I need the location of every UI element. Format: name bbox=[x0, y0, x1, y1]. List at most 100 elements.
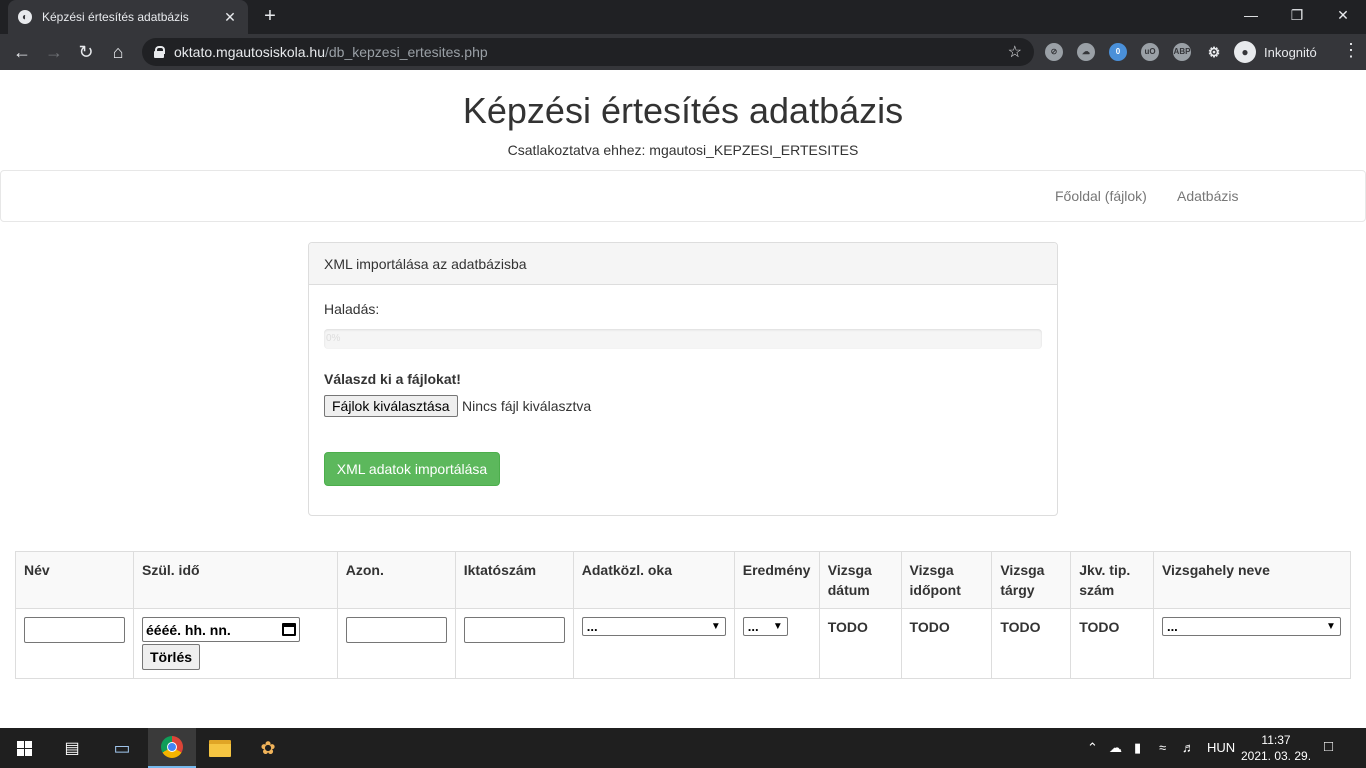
globe-icon: ◐ bbox=[18, 10, 32, 24]
result-select[interactable]: ... ▼ bbox=[742, 617, 788, 636]
system-clock[interactable]: 11:37 2021. 03. 29. bbox=[1236, 732, 1316, 764]
start-button[interactable] bbox=[0, 728, 48, 768]
url-path: /db_kepzesi_ertesites.php bbox=[324, 44, 488, 60]
clock-date: 2021. 03. 29. bbox=[1240, 749, 1312, 763]
filter-cell-iktato bbox=[454, 608, 574, 679]
clear-date-button[interactable]: Törlés bbox=[142, 644, 201, 670]
file-status: Nincs fájl kiválasztva bbox=[462, 398, 592, 414]
battery-icon[interactable]: ▮ bbox=[1134, 740, 1141, 756]
progress-text: 0% bbox=[326, 333, 341, 344]
id-filter-input[interactable] bbox=[345, 617, 447, 643]
jkv-todo: TODO bbox=[1070, 608, 1154, 679]
wifi-icon[interactable]: ≈ bbox=[1159, 740, 1166, 755]
name-filter-input[interactable] bbox=[24, 617, 125, 643]
clock-time: 11:37 bbox=[1261, 733, 1291, 747]
chevron-up-icon[interactable]: ⌃ bbox=[1087, 740, 1098, 756]
choose-files-button[interactable]: Fájlok kiválasztása bbox=[324, 395, 458, 417]
nav-home-link[interactable]: Főoldal (fájlok) bbox=[1055, 188, 1147, 204]
browser-tab[interactable]: ◐ Képzési értesítés adatbázis ✕ bbox=[8, 0, 248, 34]
restore-icon[interactable]: ❐ bbox=[1274, 0, 1320, 30]
extension-badge-count: 0 bbox=[1115, 47, 1121, 56]
col-header-iktato: Iktatószám bbox=[454, 551, 574, 609]
back-icon[interactable]: ← bbox=[10, 40, 34, 64]
chevron-down-icon: ▼ bbox=[1326, 621, 1336, 632]
nav-database-link[interactable]: Adatbázis bbox=[1177, 188, 1238, 204]
browser-tab-bar: ◐ Képzési értesítés adatbázis ✕ + — ❐ ✕ bbox=[0, 0, 1366, 34]
bookmark-star-icon[interactable]: ☆ bbox=[1008, 42, 1022, 62]
calendar-icon[interactable] bbox=[282, 623, 296, 636]
notification-icon[interactable]: □ bbox=[1324, 738, 1333, 755]
extension-block-icon[interactable]: ⊘ bbox=[1045, 43, 1063, 61]
reg-number-filter-input[interactable] bbox=[463, 617, 565, 643]
file-explorer-button[interactable] bbox=[196, 728, 244, 768]
filter-cell-eredmeny: ... ▼ bbox=[733, 608, 820, 679]
reason-select-value: ... bbox=[586, 619, 598, 634]
language-indicator[interactable]: HUN bbox=[1207, 740, 1235, 755]
chrome-icon bbox=[161, 736, 183, 758]
connection-status: Csatlakoztatva ehhez: mgautosi_KEPZESI_E… bbox=[507, 142, 859, 158]
tab-title: Képzési értesítés adatbázis bbox=[42, 10, 189, 24]
import-xml-button[interactable]: XML adatok importálása bbox=[324, 452, 500, 486]
col-header-jkv: Jkv. tip. szám bbox=[1070, 551, 1154, 609]
exam-date-todo: TODO bbox=[818, 608, 902, 679]
task-view-icon[interactable]: ▤ bbox=[48, 728, 96, 768]
extension-badge-icon[interactable]: 0 bbox=[1109, 43, 1127, 61]
page-content: Képzési értesítés adatbázis Csatlakoztat… bbox=[0, 70, 1366, 728]
exam-subject-todo: TODO bbox=[991, 608, 1072, 679]
home-icon[interactable]: ⌂ bbox=[106, 40, 130, 64]
col-header-vizsga-targy: Vizsga tárgy bbox=[991, 551, 1072, 609]
incognito-profile[interactable]: ● Inkognitó bbox=[1234, 39, 1317, 65]
col-header-azon: Azon. bbox=[336, 551, 456, 609]
exam-location-select-value: ... bbox=[1166, 619, 1178, 634]
result-select-value: ... bbox=[747, 619, 759, 634]
paint-app-icon[interactable]: ✿ bbox=[244, 728, 292, 768]
menu-kebab-icon[interactable]: ⋮ bbox=[1342, 40, 1360, 61]
import-panel-heading: XML importálása az adatbázisba bbox=[309, 243, 1057, 285]
birth-date-input[interactable]: éééé. hh. nn. bbox=[142, 617, 300, 642]
chevron-down-icon: ▼ bbox=[710, 621, 721, 632]
laptop-app-icon[interactable]: ▭ bbox=[98, 728, 146, 768]
new-tab-button[interactable]: + bbox=[258, 4, 282, 28]
col-header-vizsga-idopont: Vizsga időpont bbox=[900, 551, 993, 609]
onedrive-cloud-icon[interactable]: ☁ bbox=[1109, 740, 1122, 756]
files-label: Válaszd ki a fájlokat! bbox=[324, 371, 461, 387]
col-header-adatkozl: Adatközl. oka bbox=[572, 551, 735, 609]
adblock-plus-icon[interactable]: ABP bbox=[1173, 43, 1191, 61]
address-bar[interactable]: oktato.mgautosiskola.hu/db_kepzesi_ertes… bbox=[142, 38, 1034, 66]
incognito-icon: ● bbox=[1234, 41, 1256, 63]
tab-close-icon[interactable]: ✕ bbox=[222, 9, 238, 26]
folder-icon bbox=[209, 739, 231, 757]
col-header-szul: Szül. idő bbox=[133, 551, 338, 609]
windows-taskbar: ▤ ▭ ✿ ⌃ ☁ ▮ ≈ ♬ HUN 11:37 2021. 03. 29. … bbox=[0, 728, 1366, 768]
records-table: Név Szül. idő Azon. Iktatószám Adatközl.… bbox=[15, 551, 1352, 679]
page-title: Képzési értesítés adatbázis bbox=[462, 90, 904, 131]
col-header-vizsgahely: Vizsgahely neve bbox=[1152, 551, 1352, 609]
lock-icon bbox=[154, 46, 165, 58]
chevron-down-icon: ▼ bbox=[772, 621, 783, 632]
exam-location-select[interactable]: ... ▼ bbox=[1161, 617, 1341, 636]
window-close-icon[interactable]: ✕ bbox=[1320, 0, 1366, 30]
reload-icon[interactable]: ↻ bbox=[74, 40, 98, 64]
table-header-row: Név Szül. idő Azon. Iktatószám Adatközl.… bbox=[15, 551, 1352, 609]
col-header-vizsga-datum: Vizsga dátum bbox=[818, 551, 902, 609]
exam-time-todo: TODO bbox=[900, 608, 993, 679]
extension-cloud-icon[interactable]: ☁ bbox=[1077, 43, 1095, 61]
windows-logo-icon bbox=[16, 740, 32, 756]
chrome-taskbar-button[interactable] bbox=[148, 728, 196, 768]
filter-cell-vizsgahely: ... ▼ bbox=[1152, 608, 1352, 679]
date-placeholder: éééé. hh. nn. bbox=[146, 621, 231, 638]
forward-icon[interactable]: → bbox=[42, 40, 66, 64]
minimize-icon[interactable]: — bbox=[1228, 0, 1274, 30]
puzzle-icon[interactable]: ⚙ bbox=[1205, 43, 1223, 61]
navbar: Főoldal (fájlok) Adatbázis bbox=[0, 170, 1366, 222]
col-header-nev: Név bbox=[15, 551, 134, 609]
import-panel: XML importálása az adatbázisba Haladás: … bbox=[308, 242, 1058, 516]
progress-label: Haladás: bbox=[324, 301, 380, 317]
filter-cell-azon bbox=[336, 608, 456, 679]
reason-select[interactable]: ... ▼ bbox=[581, 617, 726, 636]
url-host: oktato.mgautosiskola.hu bbox=[174, 44, 325, 60]
filter-cell-szul: éééé. hh. nn. Törlés bbox=[133, 608, 338, 679]
filter-row: éééé. hh. nn. Törlés ... ▼ ... ▼ TODO TO… bbox=[15, 608, 1352, 679]
volume-icon[interactable]: ♬ bbox=[1182, 740, 1195, 755]
ublock-icon[interactable]: uO bbox=[1141, 43, 1159, 61]
